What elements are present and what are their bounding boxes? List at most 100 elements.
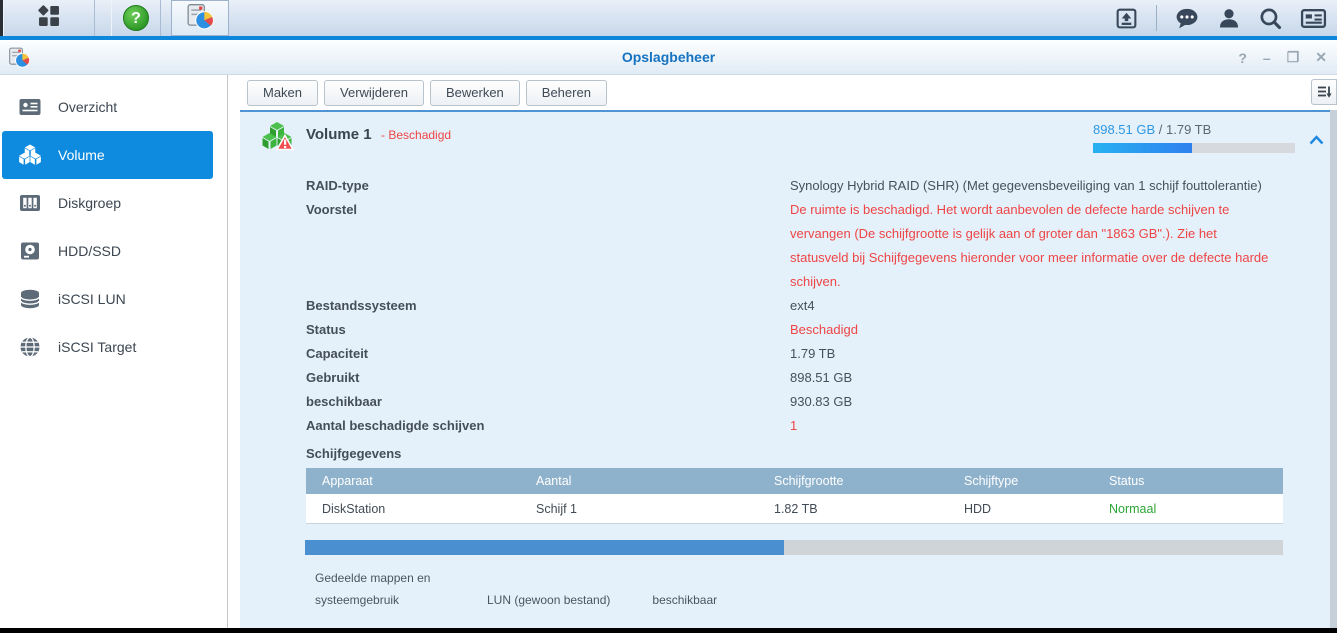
main-content: Maken Verwijderen Bewerken Beheren Volum… — [229, 75, 1337, 628]
cell-disk-number: Schijf 1 — [536, 502, 577, 516]
cell-device: DiskStation — [322, 502, 386, 516]
column-header-schijfgrootte[interactable]: Schijfgrootte — [758, 468, 948, 494]
capacity-bar — [1093, 143, 1295, 153]
volume-panel-header[interactable]: Volume 1 - Beschadigd 898.51 GB / 1.79 T… — [240, 112, 1330, 170]
legend-available: beschikbaar — [652, 593, 718, 607]
usage-legend: Gedeelde mappen en systeemgebruik LUN (g… — [315, 567, 1330, 611]
collapse-panel-button[interactable] — [1309, 132, 1324, 150]
sidebar-item-hdd-ssd[interactable]: HDD/SSD — [0, 227, 227, 275]
window-title: Opslagbeheer — [621, 49, 716, 65]
sidebar-item-diskgroep[interactable]: Diskgroep — [0, 179, 227, 227]
hdd-icon — [21, 242, 39, 260]
window-titlebar[interactable]: Opslagbeheer ? – ❐ ✕ — [0, 40, 1337, 75]
disk-table: Apparaat Aantal Schijfgrootte Schijftype… — [306, 468, 1283, 524]
user-options-icon[interactable] — [1217, 6, 1241, 31]
sidebar-item-label: iSCSI LUN — [58, 291, 126, 307]
table-row[interactable]: DiskStation Schijf 1 1.82 TB HDD Normaal — [306, 494, 1283, 524]
iscsi-lun-icon — [20, 289, 40, 309]
volume-icon — [19, 144, 41, 165]
sidebar-item-label: HDD/SSD — [58, 243, 122, 259]
help-button[interactable]: ? — [111, 0, 161, 36]
capacity-used: 898.51 GB — [1093, 122, 1156, 137]
column-header-apparaat[interactable]: Apparaat — [306, 468, 520, 494]
capacity-block: 898.51 GB / 1.79 TB — [1093, 122, 1295, 153]
taskbar-separator — [1156, 5, 1157, 31]
column-header-schijftype[interactable]: Schijftype — [948, 468, 1093, 494]
sidebar-item-label: Diskgroep — [58, 195, 122, 211]
detail-value-capacity: 1.79 TB — [790, 346, 836, 361]
legend-lun: LUN (gewoon bestand) — [487, 593, 611, 607]
window-close-button[interactable]: ✕ — [1315, 49, 1327, 66]
taskbar-status-icons — [1114, 0, 1337, 36]
storage-manager-icon — [186, 2, 214, 35]
detail-label: Aantal beschadigde schijven — [306, 418, 485, 433]
help-icon: ? — [123, 5, 149, 31]
toolbar: Maken Verwijderen Bewerken Beheren — [229, 75, 1337, 110]
overview-icon — [19, 99, 41, 115]
column-header-status[interactable]: Status — [1093, 468, 1283, 494]
cell-disk-status: Normaal — [1109, 502, 1157, 516]
sidebar-item-volume[interactable]: Volume — [2, 131, 213, 179]
volume-panel: Volume 1 - Beschadigd 898.51 GB / 1.79 T… — [240, 110, 1330, 628]
detail-value-available: 930.83 GB — [790, 394, 853, 409]
column-header-aantal[interactable]: Aantal — [520, 468, 758, 494]
usage-bar — [305, 540, 1283, 555]
detail-label: Gebruikt — [306, 370, 360, 385]
external-device-icon[interactable] — [1114, 6, 1139, 31]
collapse-list-icon — [1318, 86, 1332, 98]
iscsi-target-icon — [20, 336, 40, 358]
screen-bottom-edge — [0, 628, 1337, 633]
window-maximize-button[interactable]: ❐ — [1287, 49, 1300, 66]
delete-button[interactable]: Verwijderen — [324, 79, 424, 106]
cell-disk-size: 1.82 TB — [774, 502, 818, 516]
volume-details: RAID-type Synology Hybrid RAID (SHR) (Me… — [306, 174, 1330, 438]
volume-title-row: Volume 1 - Beschadigd — [306, 126, 451, 144]
sidebar-item-label: Overzicht — [58, 99, 118, 115]
storage-manager-taskbar-button[interactable] — [171, 0, 229, 36]
main-menu-icon — [36, 3, 62, 34]
detail-value-used: 898.51 GB — [790, 370, 853, 385]
window-help-button[interactable]: ? — [1238, 50, 1247, 66]
sidebar: Overzicht Volume Diskgroep HDD/SSD iSCSI… — [0, 75, 228, 628]
sidebar-item-overzicht[interactable]: Overzicht — [0, 83, 227, 131]
capacity-bar-fill — [1093, 143, 1192, 153]
detail-value-raid-type: Synology Hybrid RAID (SHR) (Met gegevens… — [790, 178, 1262, 193]
sidebar-item-iscsi-target[interactable]: iSCSI Target — [0, 323, 227, 371]
notifications-icon[interactable] — [1174, 6, 1200, 31]
main-menu-button[interactable] — [3, 0, 95, 36]
volume-status-badge: - Beschadigd — [381, 128, 452, 142]
sidebar-item-iscsi-lun[interactable]: iSCSI LUN — [0, 275, 227, 323]
scrollbar-track[interactable] — [1330, 110, 1337, 628]
diskgroup-icon — [20, 195, 40, 211]
cell-disk-type: HDD — [964, 502, 992, 516]
taskbar: ? — [0, 0, 1337, 40]
manage-button[interactable]: Beheren — [525, 79, 607, 106]
detail-label: Bestandssysteem — [306, 298, 417, 313]
edit-button[interactable]: Bewerken — [429, 79, 520, 106]
search-icon[interactable] — [1258, 6, 1283, 31]
detail-value-suggestion: De ruimte is beschadigd. Het wordt aanbe… — [790, 202, 1269, 289]
detail-label: beschikbaar — [306, 394, 382, 409]
detail-value-status: Beschadigd — [790, 322, 858, 337]
pilot-view-icon[interactable] — [1300, 6, 1327, 31]
volume-status-icon — [260, 120, 295, 159]
collapse-list-button[interactable] — [1311, 79, 1337, 105]
capacity-total: / 1.79 TB — [1158, 122, 1212, 137]
detail-label: RAID-type — [306, 178, 369, 193]
sidebar-item-label: Volume — [58, 147, 105, 163]
detail-value-damaged-disks: 1 — [790, 418, 798, 433]
legend-shared-folders: Gedeelde mappen en systeemgebruik — [315, 571, 431, 607]
capacity-text: 898.51 GB / 1.79 TB — [1093, 122, 1295, 137]
window-controls: ? – ❐ ✕ — [1238, 40, 1327, 75]
disk-info-title: Schijfgegevens — [306, 446, 402, 461]
usage-bar-fill — [305, 540, 785, 555]
detail-label: Voorstel — [306, 202, 358, 217]
detail-label: Status — [306, 322, 346, 337]
window-minimize-button[interactable]: – — [1263, 50, 1271, 66]
detail-label: Capaciteit — [306, 346, 369, 361]
volume-title: Volume 1 — [306, 126, 372, 143]
detail-value-filesystem: ext4 — [790, 298, 815, 313]
sidebar-item-label: iSCSI Target — [58, 339, 137, 355]
create-button[interactable]: Maken — [247, 79, 319, 106]
disk-table-header: Apparaat Aantal Schijfgrootte Schijftype… — [306, 468, 1283, 494]
